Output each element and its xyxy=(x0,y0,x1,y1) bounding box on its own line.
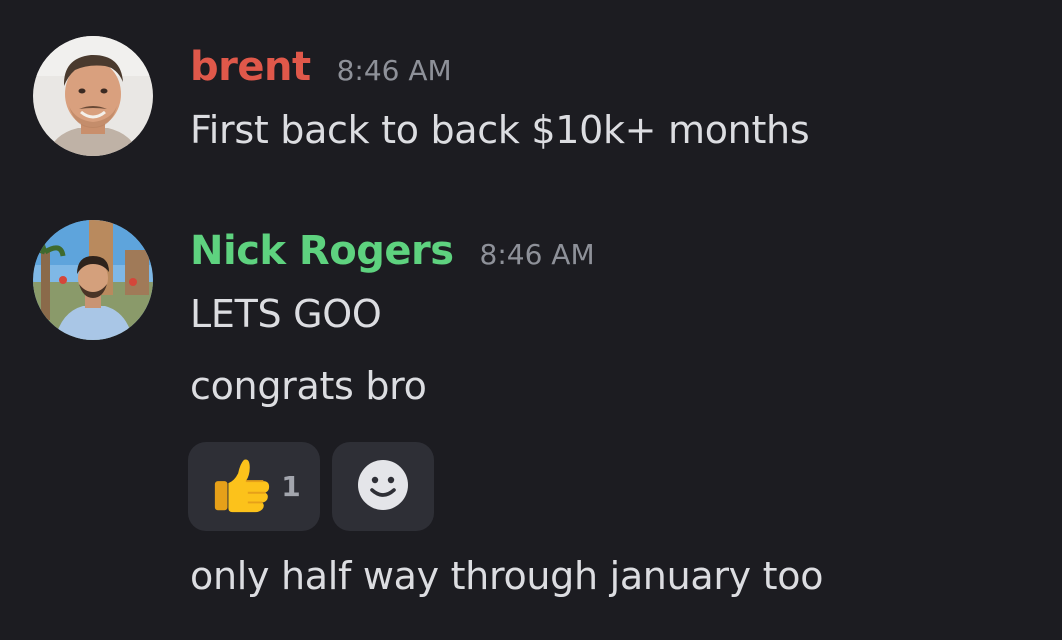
add-reaction-button[interactable] xyxy=(332,442,434,531)
message-header: brent 8:46 AM xyxy=(190,44,452,90)
avatar-brent[interactable] xyxy=(33,36,153,156)
message-header: Nick Rogers 8:46 AM xyxy=(190,228,595,274)
timestamp: 8:46 AM xyxy=(479,238,595,271)
avatar-photo-icon xyxy=(33,36,153,156)
thumbs-up-emoji xyxy=(211,454,273,520)
avatar-nick-rogers[interactable] xyxy=(33,220,153,340)
message-text: LETS GOO xyxy=(190,292,382,336)
timestamp: 8:46 AM xyxy=(336,54,452,87)
reactions-bar: 1 xyxy=(188,442,434,531)
reaction-count: 1 xyxy=(281,470,301,503)
add-reaction-smile-icon xyxy=(357,459,409,515)
username[interactable]: brent xyxy=(190,44,311,90)
reaction-thumbs-up[interactable]: 1 xyxy=(188,442,320,531)
avatar-photo-icon xyxy=(33,220,153,340)
username[interactable]: Nick Rogers xyxy=(190,228,454,274)
message-text: First back to back $10k+ months xyxy=(190,108,810,152)
message-text: only half way through january too xyxy=(190,554,824,598)
message-text: congrats bro xyxy=(190,364,427,408)
